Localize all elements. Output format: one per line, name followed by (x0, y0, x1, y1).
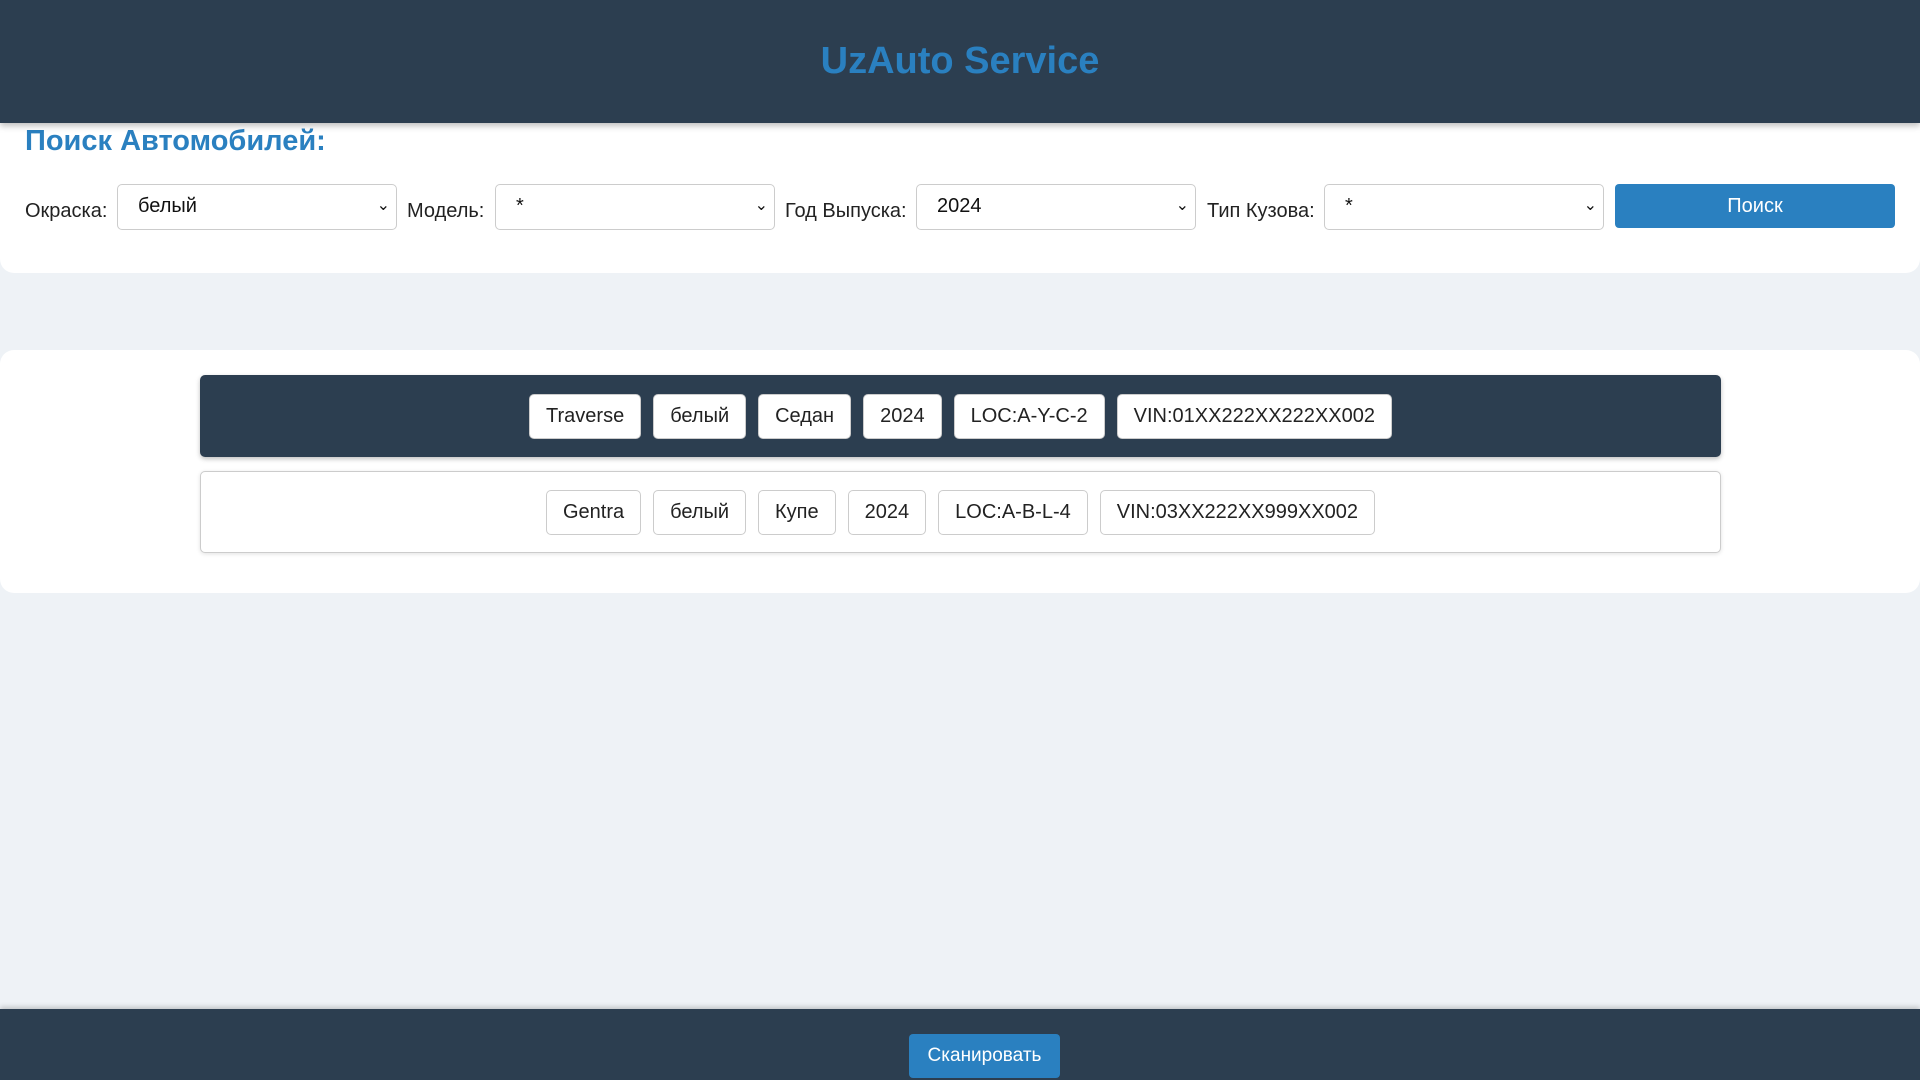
color-label: Окраска: (25, 200, 108, 222)
body-type-label: Тип Кузова: (1207, 200, 1315, 222)
chip-year: 2024 (847, 489, 927, 535)
body-type-select[interactable]: * ⌄ (1324, 184, 1604, 230)
chip-body-type: Седан (758, 393, 852, 439)
chip-vin: VIN:01XX222XX222XX002 (1116, 393, 1392, 439)
model-label: Модель: (407, 200, 485, 222)
chip-location: LOC:A-B-L-4 (938, 489, 1088, 535)
chip-body-type: Купе (758, 489, 836, 535)
model-select-value: * (516, 195, 524, 217)
body-type-select-value: * (1345, 195, 1353, 217)
search-button[interactable]: Поиск (1615, 184, 1895, 228)
chip-vin: VIN:03XX222XX999XX002 (1099, 489, 1376, 535)
app-footer: Сканировать (0, 1009, 1920, 1080)
chevron-down-icon: ⌄ (1583, 197, 1597, 214)
chevron-down-icon: ⌄ (376, 197, 390, 214)
year-label: Год Выпуска: (785, 200, 907, 222)
chip-year: 2024 (863, 393, 942, 439)
scan-button[interactable]: Сканировать (909, 1034, 1060, 1078)
chip-model: Traverse (529, 393, 642, 439)
search-heading: Поиск Автомобилей: (25, 125, 326, 157)
result-row-selected[interactable]: Traverse белый Седан 2024 LOC:A-Y-C-2 VI… (200, 375, 1721, 457)
chevron-down-icon: ⌄ (754, 197, 768, 214)
chevron-down-icon: ⌄ (1175, 197, 1189, 214)
chip-color: белый (653, 489, 747, 535)
chip-location: LOC:A-Y-C-2 (953, 393, 1105, 439)
app-header: UzAuto Service (0, 0, 1920, 123)
color-select[interactable]: белый ⌄ (117, 184, 397, 230)
color-select-value: белый (138, 195, 197, 217)
chip-color: белый (653, 393, 747, 439)
result-row[interactable]: Gentra белый Купе 2024 LOC:A-B-L-4 VIN:0… (200, 471, 1721, 553)
year-select-value: 2024 (937, 195, 982, 217)
chip-model: Gentra (545, 489, 642, 535)
model-select[interactable]: * ⌄ (495, 184, 775, 230)
year-select[interactable]: 2024 ⌄ (916, 184, 1196, 230)
app-title: UzAuto Service (820, 40, 1100, 82)
